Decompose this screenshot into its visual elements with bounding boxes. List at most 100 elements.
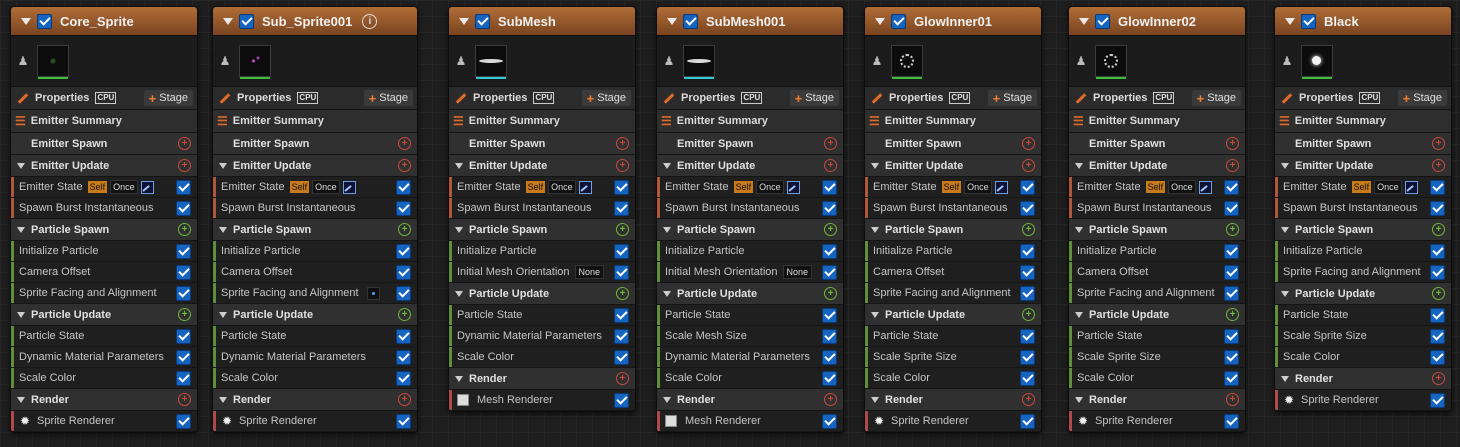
module-enable-checkbox[interactable] [176, 179, 191, 195]
module-row[interactable]: Scale Color [1275, 347, 1451, 368]
person-icon[interactable]: ♟ [663, 54, 675, 68]
emitter-summary-row[interactable]: ☰ Emitter Summary [1275, 110, 1451, 133]
module-enable-checkbox[interactable] [176, 243, 191, 259]
module-row[interactable]: ✹ Sprite Renderer [213, 411, 417, 432]
module-row[interactable]: Dynamic Material Parameters [657, 347, 843, 368]
section-emitter-update[interactable]: Emitter Update + [213, 155, 417, 177]
module-enable-checkbox[interactable] [1224, 328, 1239, 344]
module-enable-checkbox[interactable] [614, 264, 629, 280]
add-module-icon[interactable]: + [398, 159, 411, 172]
section-emitter-update[interactable]: Emitter Update + [1069, 155, 1245, 177]
module-enable-checkbox[interactable] [1430, 307, 1445, 323]
module-enable-checkbox[interactable] [1020, 413, 1035, 429]
module-enable-checkbox[interactable] [1430, 200, 1445, 216]
add-module-icon[interactable]: + [1022, 308, 1035, 321]
module-row[interactable]: Spawn Burst Instantaneous [1069, 198, 1245, 219]
section-particle-spawn[interactable]: Particle Spawn + [213, 219, 417, 241]
module-enable-checkbox[interactable] [1224, 200, 1239, 216]
chevron-down-icon[interactable] [17, 396, 25, 403]
self-badge[interactable]: Self [1351, 181, 1372, 193]
module-row[interactable]: Sprite Facing and Alignment [1069, 283, 1245, 304]
chevron-down-icon[interactable] [219, 162, 227, 169]
module-enable-checkbox[interactable] [822, 307, 837, 323]
chevron-down-icon[interactable] [455, 290, 463, 297]
emitter-thumbnail[interactable] [1301, 45, 1333, 79]
chevron-down-icon[interactable] [17, 226, 25, 233]
module-enable-checkbox[interactable] [1430, 328, 1445, 344]
module-row[interactable]: Particle State [449, 305, 635, 326]
emitter-summary-row[interactable]: ☰ Emitter Summary [213, 110, 417, 133]
module-row[interactable]: Particle State [865, 326, 1041, 347]
collapse-arrow-icon[interactable] [459, 17, 469, 25]
add-module-icon[interactable]: + [1432, 223, 1445, 236]
add-module-icon[interactable]: + [1226, 137, 1239, 150]
self-badge[interactable]: Self [525, 181, 546, 193]
section-render[interactable]: Render + [449, 368, 635, 390]
module-enable-checkbox[interactable] [1020, 349, 1035, 365]
add-stage-button[interactable]: + Stage [1191, 90, 1241, 106]
curve-icon[interactable] [578, 180, 592, 194]
properties-row[interactable]: Properties CPU + Stage [657, 87, 843, 110]
once-badge[interactable]: Once [1374, 180, 1402, 194]
person-icon[interactable]: ♟ [1075, 54, 1087, 68]
once-badge[interactable]: Once [964, 180, 992, 194]
module-row[interactable]: Sprite Facing and Alignment [11, 283, 197, 304]
module-row[interactable]: Sprite Facing and Alignment [865, 283, 1041, 304]
section-particle-update[interactable]: Particle Update + [11, 304, 197, 326]
module-row[interactable]: ✹ Sprite Renderer [11, 411, 197, 432]
add-module-icon[interactable]: + [616, 372, 629, 385]
section-render[interactable]: Render + [657, 389, 843, 411]
module-enable-checkbox[interactable] [396, 370, 411, 386]
module-row[interactable]: Emitter State Self Once [1275, 177, 1451, 198]
module-row[interactable]: Scale Color [657, 368, 843, 389]
self-badge[interactable]: Self [733, 181, 754, 193]
module-row[interactable]: Initialize Particle [657, 241, 843, 262]
module-row[interactable]: Particle State [1275, 305, 1451, 326]
chevron-down-icon[interactable] [1281, 290, 1289, 297]
module-enable-checkbox[interactable] [396, 285, 411, 301]
info-icon[interactable]: i [362, 13, 378, 29]
module-row[interactable]: Particle State [213, 326, 417, 347]
module-row[interactable]: Dynamic Material Parameters [11, 347, 197, 368]
module-enable-checkbox[interactable] [1430, 264, 1445, 280]
module-row[interactable]: Camera Offset [213, 262, 417, 283]
curve-icon[interactable] [786, 180, 800, 194]
none-badge[interactable]: None [574, 265, 605, 279]
section-emitter-spawn[interactable]: Emitter Spawn + [1275, 133, 1451, 155]
module-row[interactable]: Emitter State Self Once [213, 177, 417, 198]
add-module-icon[interactable]: + [1022, 223, 1035, 236]
chevron-down-icon[interactable] [1281, 375, 1289, 382]
module-row[interactable]: Scale Color [1069, 368, 1245, 389]
module-row[interactable]: Initialize Particle [1069, 241, 1245, 262]
collapse-arrow-icon[interactable] [223, 17, 233, 25]
emitter-enable-checkbox[interactable] [239, 13, 254, 29]
add-module-icon[interactable]: + [178, 308, 191, 321]
emitter-thumbnail[interactable] [239, 45, 271, 79]
chevron-down-icon[interactable] [663, 290, 671, 297]
properties-row[interactable]: Properties CPU + Stage [865, 87, 1041, 110]
module-row[interactable]: Scale Color [213, 368, 417, 389]
section-particle-update[interactable]: Particle Update + [865, 304, 1041, 326]
add-module-icon[interactable]: + [178, 159, 191, 172]
section-emitter-spawn[interactable]: Emitter Spawn + [1069, 133, 1245, 155]
add-module-icon[interactable]: + [1432, 372, 1445, 385]
section-particle-update[interactable]: Particle Update + [1275, 283, 1451, 305]
module-enable-checkbox[interactable] [822, 328, 837, 344]
emitter-summary-row[interactable]: ☰ Emitter Summary [865, 110, 1041, 133]
module-row[interactable]: Spawn Burst Instantaneous [657, 198, 843, 219]
module-row[interactable]: Emitter State Self Once [865, 177, 1041, 198]
module-row[interactable]: Initialize Particle [11, 241, 197, 262]
section-particle-spawn[interactable]: Particle Spawn + [449, 219, 635, 241]
self-badge[interactable]: Self [1145, 181, 1166, 193]
module-row[interactable]: Camera Offset [1069, 262, 1245, 283]
section-particle-spawn[interactable]: Particle Spawn + [865, 219, 1041, 241]
add-module-icon[interactable]: + [824, 159, 837, 172]
module-row[interactable]: Mesh Renderer [657, 411, 843, 432]
none-badge[interactable]: None [782, 265, 813, 279]
emitter-thumbnail[interactable] [1095, 45, 1127, 79]
self-badge[interactable]: Self [941, 181, 962, 193]
module-row[interactable]: ✹ Sprite Renderer [1275, 390, 1451, 411]
chevron-down-icon[interactable] [455, 162, 463, 169]
module-enable-checkbox[interactable] [614, 179, 629, 195]
module-enable-checkbox[interactable] [1430, 243, 1445, 259]
